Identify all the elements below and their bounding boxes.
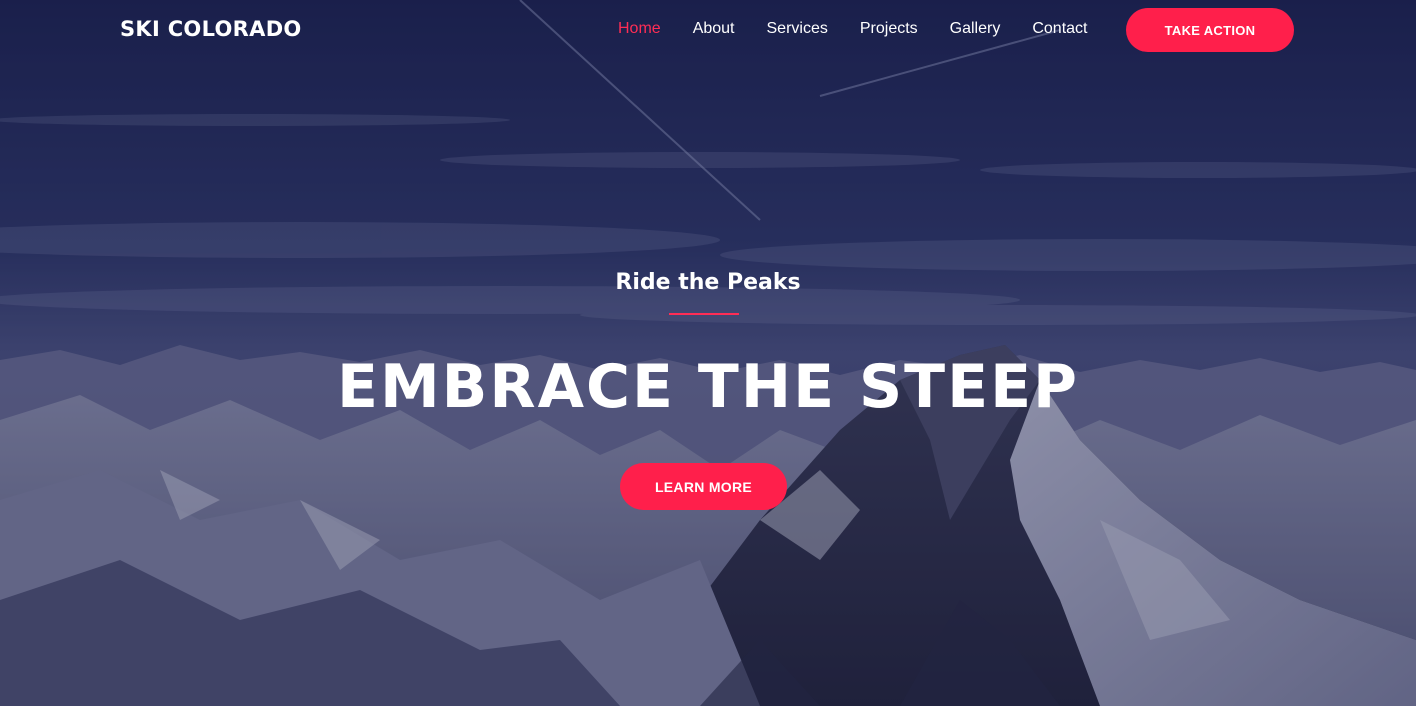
nav-link-contact[interactable]: Contact — [1016, 20, 1103, 38]
nav-link-services[interactable]: Services — [751, 20, 844, 38]
nav-link-gallery[interactable]: Gallery — [934, 20, 1017, 38]
hero-section: SKI COLORADO Home About Services Project… — [0, 0, 1416, 706]
learn-more-button[interactable]: LEARN MORE — [620, 463, 787, 510]
subtitle-divider — [669, 313, 739, 315]
hero-subtitle: Ride the Peaks — [615, 270, 801, 295]
nav-menu: Home About Services Projects Gallery Con… — [602, 20, 1103, 38]
top-navbar: SKI COLORADO Home About Services Project… — [0, 0, 1416, 60]
nav-link-projects[interactable]: Projects — [844, 20, 934, 38]
nav-link-about[interactable]: About — [677, 20, 751, 38]
site-logo[interactable]: SKI COLORADO — [120, 17, 302, 41]
nav-link-home[interactable]: Home — [602, 20, 677, 38]
hero-headline: EMBRACE THE STEEP — [336, 352, 1080, 422]
take-action-button[interactable]: TAKE ACTION — [1126, 8, 1294, 52]
